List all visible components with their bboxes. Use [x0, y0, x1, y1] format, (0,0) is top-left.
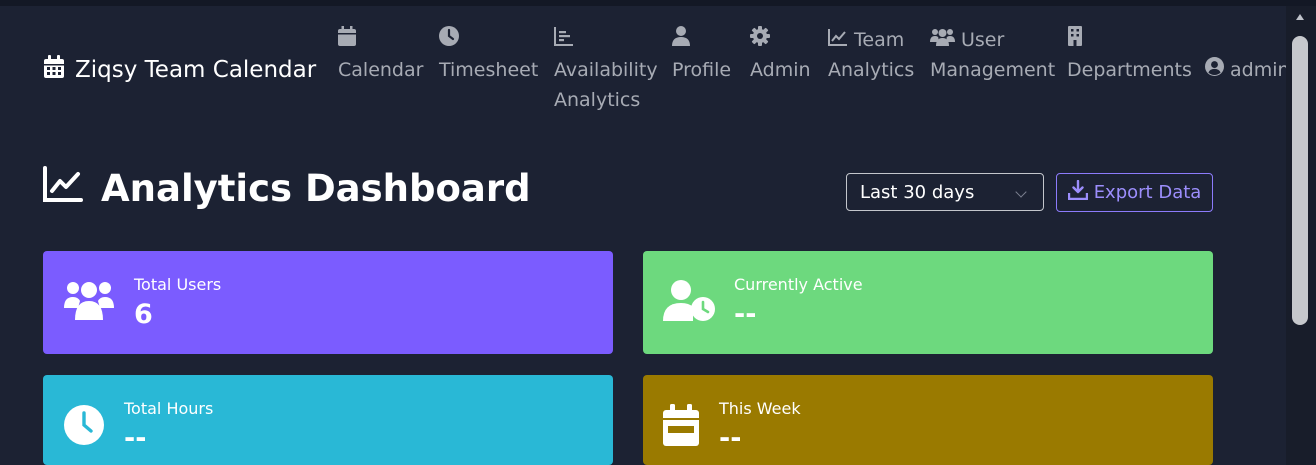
stat-card-currently-active: Currently Active -- [643, 251, 1213, 354]
nav-team-analytics-label-1: Team [854, 29, 905, 51]
stat-label: Total Users [134, 275, 222, 294]
nav-profile[interactable]: Profile [672, 25, 731, 85]
stat-value: -- [734, 299, 757, 330]
stat-value: 6 [134, 299, 153, 330]
stat-label: Total Hours [124, 399, 214, 418]
line-chart-icon [43, 166, 83, 211]
period-select-value: Last 30 days [860, 181, 975, 203]
stat-value: -- [124, 423, 147, 454]
brand-link[interactable]: Ziqsy Team Calendar [43, 55, 316, 85]
building-icon [1067, 25, 1083, 55]
bar-chart-icon [554, 25, 574, 55]
stat-card-total-users: Total Users 6 [43, 251, 613, 354]
nav-availability-label-1: Availability [554, 59, 658, 81]
scrollbar-thumb[interactable] [1292, 36, 1308, 325]
gear-icon [750, 25, 770, 55]
nav-departments-label: Departments [1067, 59, 1192, 81]
nav-calendar[interactable]: Calendar [338, 25, 423, 85]
calendar-icon [338, 25, 356, 55]
brand-name: Ziqsy Team Calendar [75, 57, 317, 83]
nav-account-label: admin [1230, 59, 1290, 81]
stat-value: -- [719, 423, 742, 454]
nav-profile-label: Profile [672, 59, 732, 81]
download-icon [1067, 179, 1088, 205]
clock-icon [439, 25, 459, 55]
nav-timesheet[interactable]: Timesheet [439, 25, 538, 85]
users-icon [64, 280, 114, 324]
line-chart-icon [828, 25, 848, 55]
stat-label: Currently Active [734, 275, 863, 294]
calendar-week-icon [663, 404, 699, 450]
clock-icon [63, 404, 105, 450]
nav-admin-label: Admin [750, 59, 811, 81]
nav-account[interactable]: admin [1205, 55, 1290, 85]
vertical-scrollbar[interactable] [1286, 6, 1316, 465]
nav-departments[interactable]: Departments [1067, 25, 1192, 85]
stat-card-total-hours: Total Hours -- [43, 375, 613, 465]
nav-user-management-label-2: Management [930, 59, 1056, 81]
page-title: Analytics Dashboard [43, 166, 531, 211]
calendar-icon [43, 55, 65, 85]
user-icon [672, 25, 690, 55]
export-data-label: Export Data [1093, 182, 1202, 203]
nav-timesheet-label: Timesheet [439, 59, 539, 81]
stat-card-this-week: This Week -- [643, 375, 1213, 465]
scroll-up-arrow-icon[interactable] [1296, 14, 1304, 20]
nav-calendar-label: Calendar [338, 59, 424, 81]
nav-team-analytics[interactable]: Team Analytics [828, 25, 914, 85]
user-clock-icon [663, 279, 715, 327]
period-select[interactable]: Last 30 days [846, 173, 1044, 211]
user-circle-icon [1205, 55, 1224, 85]
export-data-button[interactable]: Export Data [1056, 173, 1213, 212]
nav-team-analytics-label-2: Analytics [828, 59, 915, 81]
page-title-text: Analytics Dashboard [101, 167, 531, 210]
nav-user-management-label-1: User [961, 29, 1005, 51]
window-top-edge [0, 0, 1316, 6]
nav-admin[interactable]: Admin [750, 25, 811, 85]
stat-label: This Week [719, 399, 801, 418]
nav-user-management[interactable]: User Management [930, 25, 1055, 85]
chevron-down-icon [1015, 186, 1027, 198]
nav-availability-label-2: Analytics [554, 89, 641, 111]
nav-availability-analytics[interactable]: Availability Analytics [554, 25, 658, 115]
users-icon [930, 25, 955, 55]
